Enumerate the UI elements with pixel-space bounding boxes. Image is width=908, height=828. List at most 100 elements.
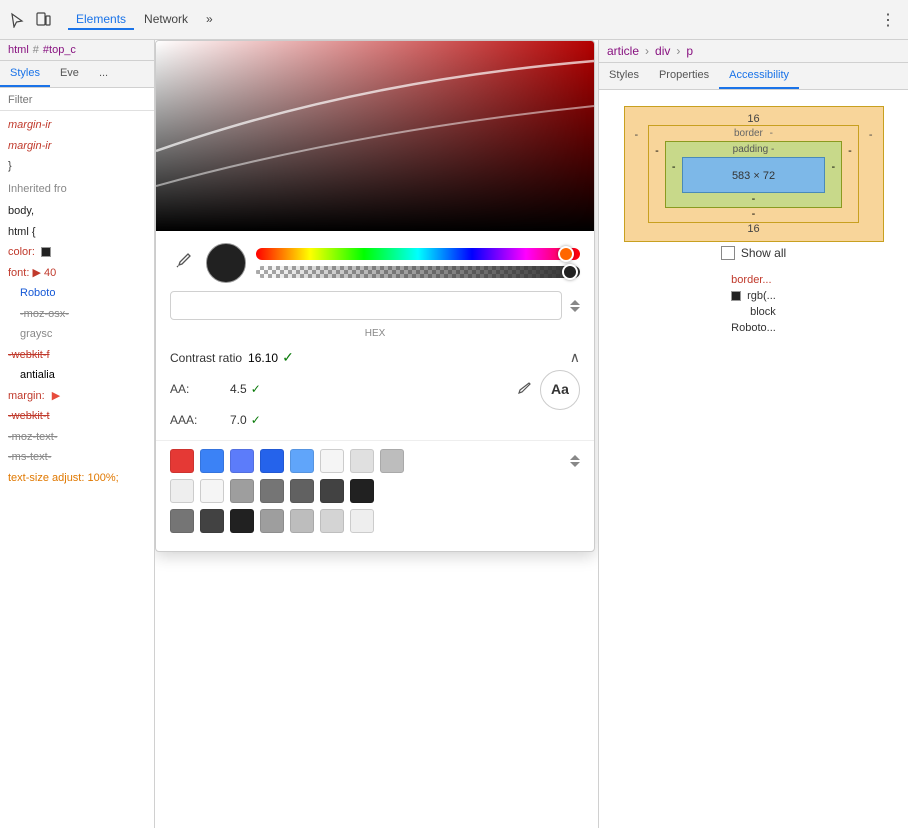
swatch-light3[interactable]: [380, 449, 404, 473]
swatch-g1[interactable]: [170, 479, 194, 503]
tab-ellipsis[interactable]: ...: [89, 61, 118, 87]
swatch-g3[interactable]: [230, 479, 254, 503]
wcag-rows: AA: 4.5 ✓ Aa: [170, 370, 580, 432]
swatches-scroll-arrows[interactable]: [570, 455, 580, 467]
breadcrumb-p[interactable]: p: [686, 44, 693, 58]
padding-middle-row: - 583 × 72 -: [666, 157, 841, 193]
border-right: -: [842, 141, 858, 208]
swatch-light2[interactable]: [350, 449, 374, 473]
toolbar-tabs: Elements Network »: [68, 10, 868, 30]
margin-bottom-val: 16: [625, 223, 883, 237]
device-icon[interactable]: [34, 11, 52, 29]
swatch-blue4[interactable]: [290, 449, 314, 473]
color-swatch-inline[interactable]: [41, 247, 51, 257]
swatches-up-arrow[interactable]: [570, 455, 580, 460]
alpha-slider[interactable]: [256, 266, 580, 278]
swatches-row-2: [170, 479, 580, 503]
hex-up-arrow[interactable]: [570, 300, 580, 305]
css-rule: }: [0, 156, 154, 177]
swatch-g6[interactable]: [320, 479, 344, 503]
css-rule: margin-ir: [0, 136, 154, 157]
swatch-g5[interactable]: [290, 479, 314, 503]
right-tab-properties[interactable]: Properties: [649, 63, 719, 89]
padding-right: -: [825, 157, 841, 193]
box-model-area: 16 - border - -: [599, 90, 908, 828]
right-breadcrumb-bar: article › div › p: [599, 40, 908, 63]
border-middle-row: - padding - - 583 × 72: [649, 141, 858, 208]
right-tab-accessibility[interactable]: Accessibility: [719, 63, 799, 89]
filter-bar: [0, 88, 154, 111]
computed-row: border...: [731, 272, 776, 288]
gradient-area[interactable]: [156, 41, 594, 231]
devtools-options-icon[interactable]: ⋮: [876, 10, 900, 30]
swatch-d4[interactable]: [260, 509, 284, 533]
color-picker: #212121 HEX Contrast ratio 16.10 ✓ ∧: [155, 40, 595, 552]
tab-event-listeners[interactable]: Eve: [50, 61, 89, 87]
swatch-g4[interactable]: [260, 479, 284, 503]
eyedropper-button[interactable]: [170, 248, 196, 279]
tab-styles[interactable]: Styles: [0, 61, 50, 87]
gradient-canvas: [156, 41, 594, 231]
wcag-preview[interactable]: Aa: [540, 370, 580, 410]
pick-background-button[interactable]: [516, 381, 532, 400]
filter-input[interactable]: [8, 94, 146, 106]
content-box: 583 × 72: [682, 157, 826, 193]
contrast-check-icon: ✓: [282, 349, 294, 366]
swatch-d1[interactable]: [170, 509, 194, 533]
breadcrumb-id[interactable]: #top_c: [43, 44, 76, 56]
hex-input[interactable]: #212121: [181, 298, 551, 313]
breadcrumb-div[interactable]: div: [655, 44, 670, 58]
swatch-light1[interactable]: [320, 449, 344, 473]
border-left: -: [649, 141, 665, 208]
swatches-down-arrow[interactable]: [570, 462, 580, 467]
hex-arrows[interactable]: [570, 300, 580, 312]
hue-slider[interactable]: [256, 248, 580, 260]
border-box: border - - padding - -: [648, 125, 859, 223]
computed-val: block: [750, 306, 776, 318]
swatch-d5[interactable]: [290, 509, 314, 533]
swatches-section: [156, 440, 594, 551]
padding-bottom-val: -: [666, 193, 841, 207]
contrast-section: Contrast ratio 16.10 ✓ ∧ AA: 4.5 ✓: [156, 345, 594, 440]
swatch-d2[interactable]: [200, 509, 224, 533]
swatch-red[interactable]: [170, 449, 194, 473]
border-label: border -: [649, 126, 858, 141]
swatch-blue2[interactable]: [230, 449, 254, 473]
padding-left: -: [666, 157, 682, 193]
hex-input-row: #212121: [156, 291, 594, 328]
tab-network[interactable]: Network: [136, 10, 196, 30]
swatch-d7[interactable]: [350, 509, 374, 533]
swatch-d3[interactable]: [230, 509, 254, 533]
computed-prop: border...: [731, 274, 771, 286]
breadcrumb-article[interactable]: article: [607, 44, 639, 58]
show-all-label: Show all: [741, 246, 786, 260]
margin-top-val: 16: [625, 113, 883, 125]
swatch-g2[interactable]: [200, 479, 224, 503]
hex-down-arrow[interactable]: [570, 307, 580, 312]
box-model: 16 - border - -: [624, 106, 884, 242]
wcag-actions: Aa: [516, 370, 580, 410]
panel-tabs: Styles Eve ...: [0, 61, 154, 88]
right-tab-styles[interactable]: Styles: [599, 63, 649, 89]
swatch-blue1[interactable]: [200, 449, 224, 473]
show-all-row: Show all: [709, 242, 798, 268]
tab-elements[interactable]: Elements: [68, 10, 134, 30]
swatch-g7[interactable]: [350, 479, 374, 503]
margin-right-val: -: [859, 125, 883, 223]
wcag-aaa-label: AAA:: [170, 410, 230, 432]
swatches-row-1: [170, 449, 580, 473]
current-color-swatch: [206, 243, 246, 283]
show-all-checkbox[interactable]: [721, 246, 735, 260]
cursor-icon[interactable]: [8, 11, 26, 29]
computed-row: rgb(...: [731, 288, 776, 304]
contrast-collapse-icon[interactable]: ∧: [570, 349, 580, 366]
hue-handle: [558, 246, 574, 262]
breadcrumb-html[interactable]: html: [8, 44, 29, 56]
swatch-d6[interactable]: [320, 509, 344, 533]
middle-panel: #212121 HEX Contrast ratio 16.10 ✓ ∧: [155, 40, 598, 828]
tab-more[interactable]: »: [198, 10, 221, 30]
computed-list: border... rgb(... block: [723, 268, 784, 812]
swatch-blue3[interactable]: [260, 449, 284, 473]
swatches-row-3: [170, 509, 580, 533]
right-panel-tabs: Styles Properties Accessibility: [599, 63, 908, 90]
